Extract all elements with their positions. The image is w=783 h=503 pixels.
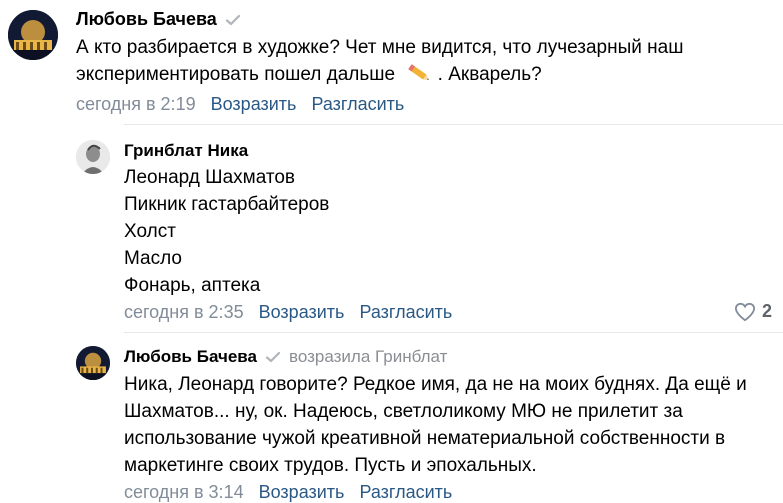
check-icon (225, 14, 240, 25)
author-name[interactable]: Любовь Бачева возразила Гринблат (124, 347, 447, 367)
divider (124, 124, 783, 125)
reply-to-label[interactable]: возразила Гринблат (289, 347, 447, 367)
heart-icon (734, 302, 756, 321)
comment-line: Шахматов... ну, ок. Надеюсь, светлоликом… (124, 401, 683, 422)
reply-link[interactable]: Возразить (211, 94, 297, 114)
timestamp[interactable]: сегодня в 2:19 (76, 94, 196, 114)
avatar[interactable] (8, 10, 58, 60)
reply-link[interactable]: Возразить (259, 302, 345, 322)
comment-line: маркетинге своих трудов. Пусть и эпохаль… (124, 455, 537, 476)
comment-line: Леонард Шахматов (124, 167, 295, 188)
comment-line: Пикник гастарбайтеров (124, 194, 330, 215)
comment-line: Фонарь, аптека (124, 275, 261, 296)
divider (124, 332, 783, 333)
pencil-icon (408, 64, 430, 80)
comment-line: Ника, Леонард говорите? Редкое имя, да н… (124, 374, 747, 395)
comment-text: Ника, Леонард говорите? Редкое имя, да н… (124, 371, 747, 479)
author-name[interactable]: Любовь Бачева (76, 9, 241, 30)
disagree-link[interactable]: Разгласить (359, 482, 452, 502)
avatar-image (8, 10, 58, 60)
like-button[interactable]: 2 (734, 301, 772, 322)
timestamp[interactable]: сегодня в 2:35 (124, 302, 244, 322)
comment-line: Масло (124, 248, 182, 269)
disagree-link[interactable]: Разгласить (359, 302, 452, 322)
avatar-image (76, 346, 110, 380)
comment-text: А кто разбирается в художке? Чет мне вид… (76, 34, 683, 88)
comment-line: . Акварель? (437, 64, 542, 85)
comment-text: Леонард Шахматов Пикник гастарбайтеров Х… (124, 164, 329, 299)
comment-line: А кто разбирается в художке? Чет мне вид… (76, 37, 684, 58)
timestamp[interactable]: сегодня в 3:14 (124, 482, 244, 502)
like-count: 2 (762, 301, 773, 321)
comment-line: использование чужой креативной нематериа… (124, 428, 726, 449)
author-name-label: Любовь Бачева (124, 347, 257, 366)
comment-line-with-emoji: экспериментировать пошел дальше . Акваре… (76, 61, 683, 88)
disagree-link[interactable]: Разгласить (311, 94, 404, 114)
comment-meta: сегодня в 2:35 Возразить Разгласить (124, 302, 452, 323)
avatar-image (76, 140, 110, 174)
reply-link[interactable]: Возразить (259, 482, 345, 502)
author-name[interactable]: Гринблат Ника (124, 141, 248, 161)
comment-line: Холст (124, 221, 176, 242)
comment-meta: сегодня в 2:19 Возразить Разгласить (76, 94, 404, 115)
avatar[interactable] (76, 346, 110, 380)
avatar[interactable] (76, 140, 110, 174)
author-name-label: Любовь Бачева (76, 9, 217, 29)
comment-line: экспериментировать пошел дальше (76, 64, 396, 85)
comment-meta: сегодня в 3:14 Возразить Разгласить (124, 482, 452, 503)
check-icon (265, 351, 281, 363)
author-name-label: Гринблат Ника (124, 141, 249, 160)
